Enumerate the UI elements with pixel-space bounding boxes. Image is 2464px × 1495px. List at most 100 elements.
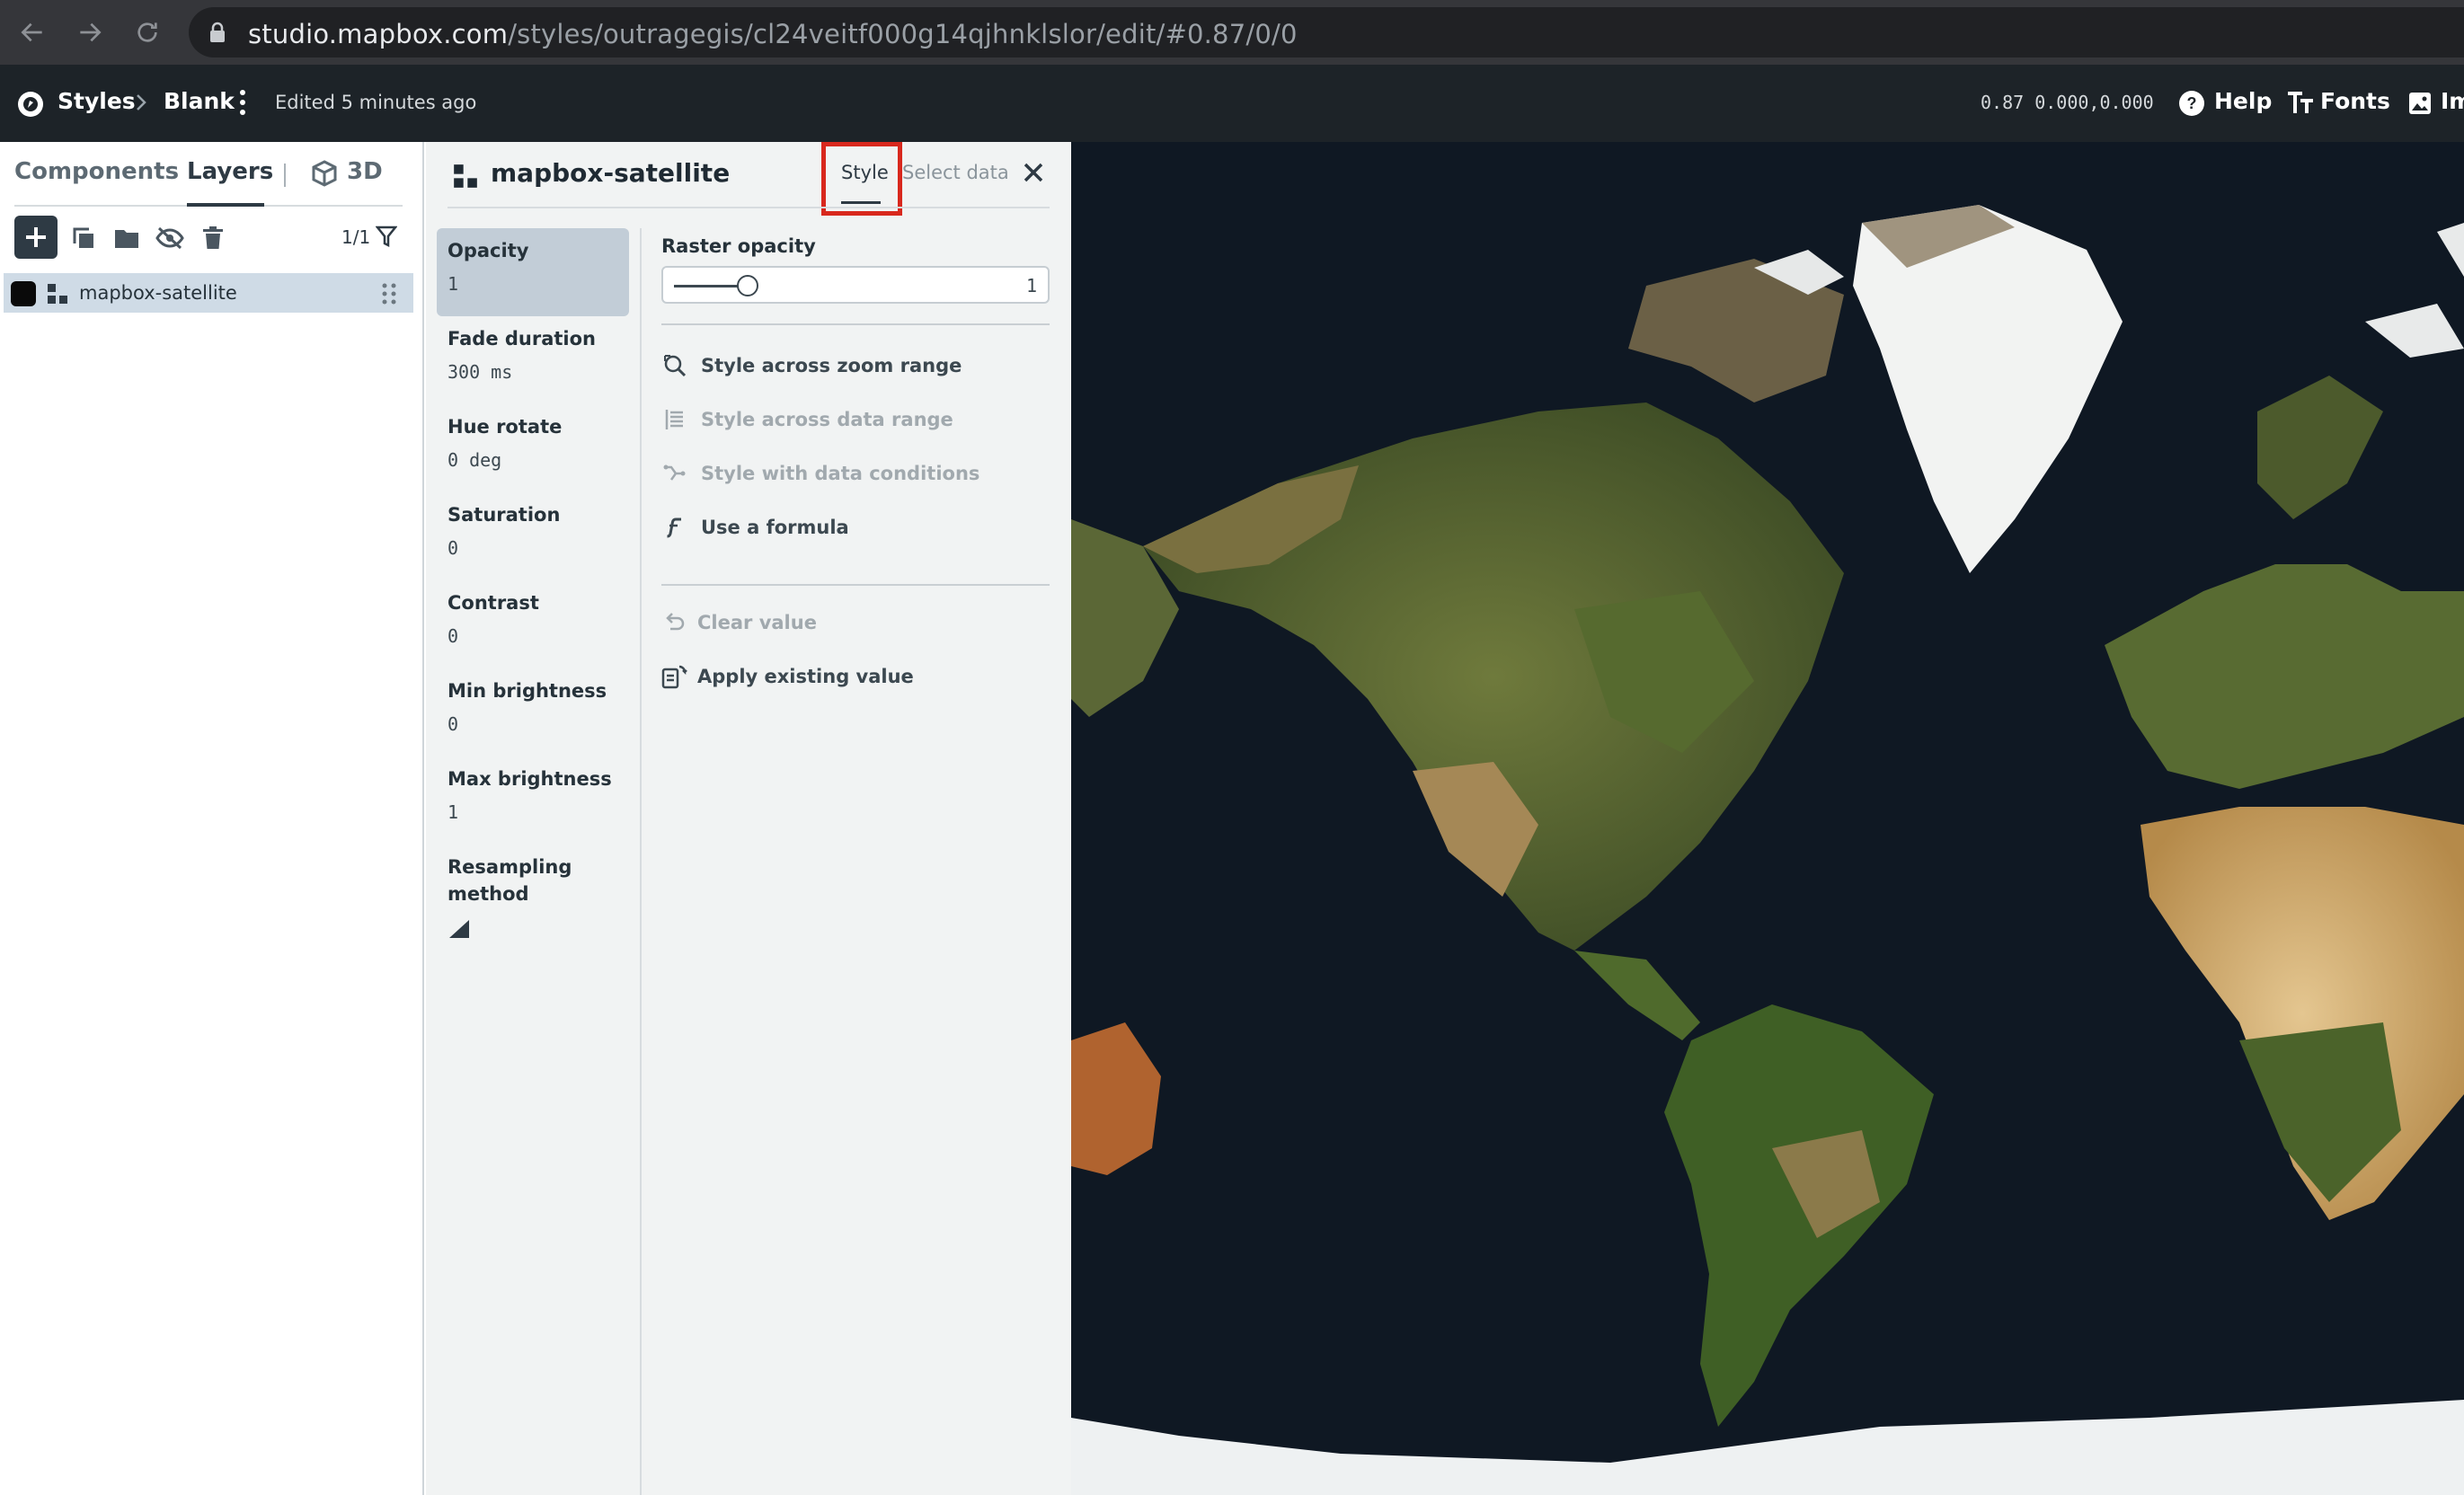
style-across-data-range-option[interactable]: Style across data range <box>661 404 953 435</box>
style-name[interactable]: Blank <box>164 88 235 114</box>
option-label: Style across data range <box>701 409 953 430</box>
option-label: Style across zoom range <box>701 355 962 376</box>
drag-handle-icon[interactable] <box>381 282 397 309</box>
fonts-button[interactable]: Fonts <box>2320 88 2390 114</box>
property-label: Resampling method <box>448 856 572 905</box>
property-label: Max brightness <box>448 768 612 790</box>
property-resampling-method[interactable]: Resampling method <box>437 845 581 952</box>
raster-layer-icon <box>47 283 68 308</box>
tab-3d[interactable]: 3D <box>347 158 383 185</box>
property-label: Fade duration <box>448 328 596 349</box>
property-value: 0 <box>448 713 459 735</box>
more-options-icon[interactable] <box>237 88 248 120</box>
property-value: 300 ms <box>448 361 513 383</box>
property-label: Hue rotate <box>448 416 563 438</box>
clear-value-button[interactable]: Clear value <box>661 607 817 638</box>
formula-icon <box>661 514 688 541</box>
property-min-brightness[interactable]: Min brightness 0 <box>437 668 629 744</box>
reload-button[interactable] <box>128 13 167 52</box>
chevron-right-icon <box>133 92 149 117</box>
help-icon: ? <box>2178 90 2205 120</box>
layer-count: 1/1 <box>341 226 371 248</box>
layers-panel: Components Layers 3D 1/1 mapbox-satellit… <box>0 142 424 1495</box>
close-button[interactable] <box>1017 156 1050 189</box>
reload-icon <box>137 22 157 42</box>
duplicate-layer-button[interactable] <box>68 223 99 253</box>
layer-editor-title: mapbox-satellite <box>491 158 731 188</box>
images-button[interactable]: Im <box>2441 88 2464 114</box>
layer-name: mapbox-satellite <box>79 282 237 304</box>
property-value: 1 <box>448 801 459 823</box>
property-opacity[interactable]: Opacity 1 <box>437 228 629 316</box>
duplicate-icon <box>73 227 93 248</box>
tab-select-data[interactable]: Select data <box>902 162 1009 183</box>
svg-text:?: ? <box>2187 94 2197 112</box>
property-label: Opacity <box>448 240 529 261</box>
option-label: Use a formula <box>701 517 849 538</box>
delete-layer-button[interactable] <box>198 223 228 253</box>
group-layers-button[interactable] <box>111 223 142 253</box>
plus-icon <box>26 227 46 247</box>
property-hue-rotate[interactable]: Hue rotate 0 deg <box>437 404 629 480</box>
action-label: Clear value <box>697 612 817 633</box>
column-divider <box>640 228 642 1495</box>
property-label: Min brightness <box>448 680 607 702</box>
active-tab-indicator <box>187 203 264 207</box>
resampling-icon <box>448 918 570 943</box>
action-label: Apply existing value <box>697 666 914 687</box>
app-header: Styles Blank Edited 5 minutes ago 0.87 0… <box>0 65 2464 142</box>
property-value: 1 <box>448 273 459 295</box>
clipboard-icon <box>661 663 688 690</box>
url-path: /styles/outragegis/cl24veitf000g14qjhnkl… <box>508 19 1298 49</box>
styles-link[interactable]: Styles <box>58 88 136 114</box>
layer-editor-panel: mapbox-satellite Style Select data Opaci… <box>426 142 1071 1495</box>
arrow-right-icon <box>80 22 102 42</box>
arrow-left-icon <box>21 22 42 42</box>
property-max-brightness[interactable]: Max brightness 1 <box>437 756 629 832</box>
data-conditions-icon <box>661 460 688 487</box>
option-label: Style with data conditions <box>701 463 980 484</box>
tab-divider <box>284 164 286 187</box>
tab-components[interactable]: Components <box>14 158 179 185</box>
slider-value: 1 <box>1025 275 1037 296</box>
style-with-data-conditions-option[interactable]: Style with data conditions <box>661 458 979 489</box>
add-layer-button[interactable] <box>14 216 58 259</box>
layer-item[interactable]: mapbox-satellite <box>4 273 413 313</box>
property-label: Saturation <box>448 504 561 526</box>
cube-icon <box>311 160 338 190</box>
undo-icon <box>661 609 688 636</box>
filter-icon[interactable] <box>375 225 398 252</box>
map-canvas[interactable] <box>1071 142 2464 1495</box>
forward-button[interactable] <box>70 13 110 52</box>
use-a-formula-option[interactable]: Use a formula <box>661 512 849 543</box>
back-button[interactable] <box>13 13 52 52</box>
hide-layer-button[interactable] <box>155 223 185 253</box>
edited-status: Edited 5 minutes ago <box>275 92 477 113</box>
zoom-range-icon <box>661 352 688 379</box>
raster-opacity-slider[interactable]: 1 <box>661 266 1050 304</box>
property-contrast[interactable]: Contrast 0 <box>437 580 629 656</box>
mapbox-logo-icon[interactable] <box>16 90 45 122</box>
style-across-zoom-range-option[interactable]: Style across zoom range <box>661 350 962 381</box>
property-value: 0 deg <box>448 449 502 471</box>
images-icon <box>2408 92 2432 119</box>
tab-layers[interactable]: Layers <box>187 158 273 185</box>
map-position-readout: 0.87 0.000,0.000 <box>1981 92 2154 113</box>
property-fade-duration[interactable]: Fade duration 300 ms <box>437 316 629 392</box>
eye-off-icon <box>155 226 184 250</box>
address-bar[interactable]: studio.mapbox.com/styles/outragegis/cl24… <box>189 7 2464 58</box>
close-icon <box>1024 163 1043 182</box>
detail-divider <box>661 584 1050 586</box>
slider-thumb[interactable] <box>737 275 758 296</box>
folder-icon <box>115 230 138 248</box>
trash-icon <box>203 226 223 249</box>
help-button[interactable]: Help <box>2214 88 2272 114</box>
apply-existing-value-button[interactable]: Apply existing value <box>661 661 914 692</box>
property-value: 0 <box>448 537 459 559</box>
property-saturation[interactable]: Saturation 0 <box>437 492 629 568</box>
lock-icon <box>208 22 226 47</box>
satellite-world-map <box>1071 142 2464 1495</box>
header-divider <box>448 207 1050 208</box>
detail-label: Raster opacity <box>661 235 816 257</box>
url-text: studio.mapbox.com/styles/outragegis/cl24… <box>248 19 1298 49</box>
